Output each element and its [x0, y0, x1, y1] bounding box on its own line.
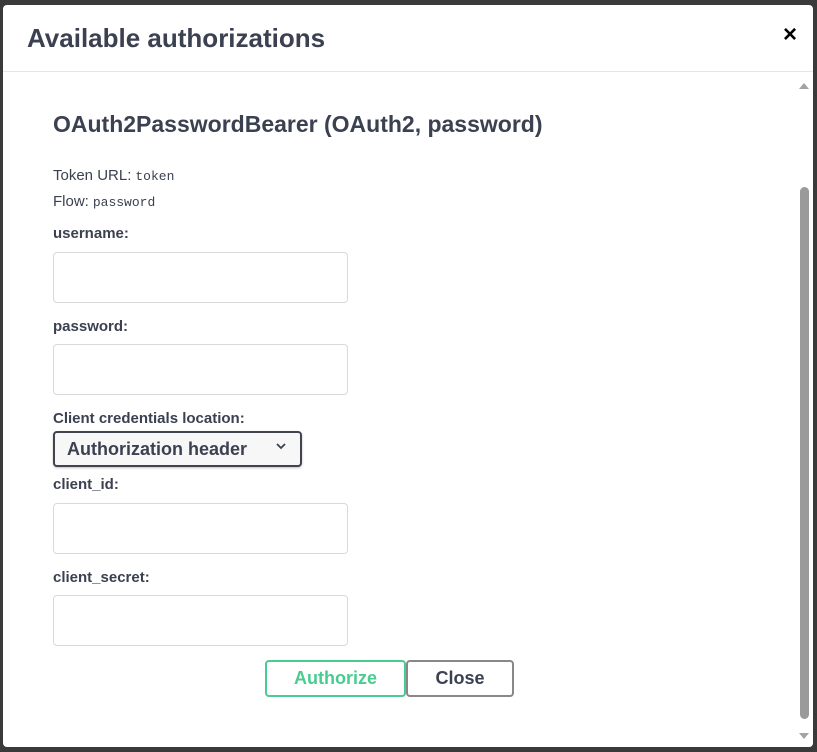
flow-value: password: [92, 195, 156, 210]
scroll-down-arrow-icon[interactable]: [799, 733, 809, 739]
token-url-label: Token URL:: [53, 167, 132, 184]
client-credentials-location-select[interactable]: Authorization header: [53, 431, 302, 467]
password-label: password:: [53, 318, 129, 335]
client-credentials-location-label: Client credentials location:: [53, 410, 245, 427]
flow-label: Flow:: [53, 193, 89, 210]
password-input[interactable]: [53, 344, 348, 395]
token-url-value: token: [135, 169, 175, 184]
scheme-title: OAuth2PasswordBearer (OAuth2, password): [53, 111, 543, 137]
client-secret-label: client_secret:: [53, 569, 150, 586]
modal-title: Available authorizations: [27, 23, 326, 53]
authorizations-modal: Available authorizations × OAuth2Passwor…: [3, 5, 813, 747]
close-icon[interactable]: ×: [783, 23, 797, 47]
username-input[interactable]: [53, 252, 348, 303]
token-url-row: Token URL: token: [53, 167, 174, 184]
username-label: username:: [53, 225, 129, 242]
chevron-down-icon: [276, 443, 286, 450]
client-id-label: client_id:: [53, 476, 119, 493]
client-credentials-location-value: Authorization header: [67, 439, 248, 459]
modal-header: Available authorizations ×: [3, 5, 813, 72]
scrollbar-thumb[interactable]: [800, 187, 809, 719]
client-id-input[interactable]: [53, 503, 348, 554]
close-button[interactable]: Close: [406, 660, 514, 697]
client-secret-input[interactable]: [53, 595, 348, 646]
scroll-up-arrow-icon[interactable]: [799, 83, 809, 89]
vertical-scrollbar[interactable]: [796, 73, 813, 747]
modal-content: OAuth2PasswordBearer (OAuth2, password) …: [3, 73, 796, 747]
flow-row: Flow: password: [53, 193, 155, 210]
authorize-button[interactable]: Authorize: [265, 660, 406, 697]
